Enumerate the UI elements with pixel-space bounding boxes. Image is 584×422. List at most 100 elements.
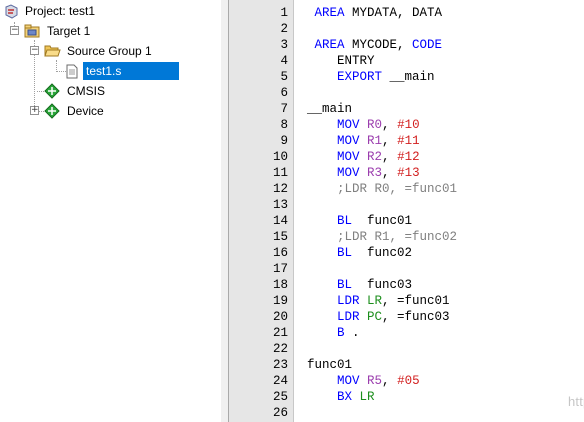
code-token: __main: [382, 70, 435, 84]
code-token: MOV: [307, 118, 360, 132]
code-token: EXPORT: [307, 70, 383, 84]
code-text: MOV R3, #13: [307, 165, 420, 181]
code-line[interactable]: 21 B .: [229, 325, 584, 341]
code-token: B: [307, 326, 345, 340]
line-number: 19: [272, 294, 288, 308]
code-token: #10: [397, 118, 420, 132]
line-number: 14: [272, 214, 288, 228]
code-token: R5: [367, 374, 383, 388]
line-number: 17: [272, 262, 288, 276]
code-token: MOV: [307, 150, 360, 164]
line-number: 25: [272, 390, 288, 404]
code-line[interactable]: 17: [229, 261, 584, 277]
code-token: func02: [352, 246, 413, 260]
code-token: BX: [307, 390, 353, 404]
code-line[interactable]: 20 LDR PC, =func03: [229, 309, 584, 325]
code-token: ;LDR R0, =func01: [307, 182, 458, 196]
target-label: Target 1: [47, 24, 91, 38]
tree-item-cmsis[interactable]: CMSIS: [0, 82, 108, 100]
code-line[interactable]: 7 __main: [229, 101, 584, 117]
line-number: 3: [280, 38, 288, 52]
code-line[interactable]: 23 func01: [229, 357, 584, 373]
code-line[interactable]: 12 ;LDR R0, =func01: [229, 181, 584, 197]
line-number: 21: [272, 326, 288, 340]
code-line[interactable]: 2: [229, 21, 584, 37]
code-line[interactable]: 16 BL func02: [229, 245, 584, 261]
line-number: 11: [272, 166, 288, 180]
code-line[interactable]: 11 MOV R3, #13: [229, 165, 584, 181]
source-group-label: Source Group 1: [67, 44, 152, 58]
line-number: 13: [272, 198, 288, 212]
line-number: 20: [272, 310, 288, 324]
code-text: MOV R1, #11: [307, 133, 420, 149]
line-number: 8: [280, 118, 288, 132]
code-line[interactable]: 10 MOV R2, #12: [229, 149, 584, 165]
code-line[interactable]: 1 AREA MYDATA, DATA: [229, 5, 584, 21]
code-line[interactable]: 14 BL func01: [229, 213, 584, 229]
code-text: ;LDR R0, =func01: [307, 181, 457, 197]
tree-item-device[interactable]: Device: [0, 102, 107, 120]
code-line[interactable]: 22: [229, 341, 584, 357]
code-line[interactable]: 19 LDR LR, =func01: [229, 293, 584, 309]
folder-open-icon: [44, 45, 61, 57]
code-token: func01: [352, 214, 413, 228]
cmsis-label: CMSIS: [67, 84, 106, 98]
code-editor[interactable]: 1 AREA MYDATA, DATA 2 3 AREA MYCODE, CODE 4…: [229, 0, 584, 422]
tree-item-source-group[interactable]: Source Group 1: [0, 42, 155, 60]
project-window: Project: test1 − Target 1 − Source Group…: [0, 0, 222, 422]
code-token: , =func03: [382, 310, 450, 324]
code-line[interactable]: 5 EXPORT __main: [229, 69, 584, 85]
code-line[interactable]: 24 MOV R5, #05: [229, 373, 584, 389]
code-line[interactable]: 25 BX LR: [229, 389, 584, 405]
code-line[interactable]: 18 BL func03: [229, 277, 584, 293]
code-token: MYDATA, DATA: [344, 6, 443, 20]
code-token: #05: [397, 374, 420, 388]
code-line[interactable]: 4 ENTRY: [229, 53, 584, 69]
code-token: #11: [397, 134, 420, 148]
tree-item-file[interactable]: test1.s: [0, 62, 180, 80]
code-text: __main: [307, 101, 352, 117]
line-number: 4: [280, 54, 288, 68]
code-token: #12: [397, 150, 420, 164]
code-text: BX LR: [307, 389, 375, 405]
code-line[interactable]: 15 ;LDR R1, =func02: [229, 229, 584, 245]
code-token: #13: [397, 166, 420, 180]
line-number: 16: [272, 246, 288, 260]
code-line[interactable]: 13: [229, 197, 584, 213]
device-label: Device: [67, 104, 104, 118]
code-text: MOV R5, #05: [307, 373, 420, 389]
code-token: BL: [307, 246, 353, 260]
code-token: MOV: [307, 166, 360, 180]
code-line[interactable]: 6: [229, 85, 584, 101]
component-icon: [44, 83, 60, 99]
code-token: PC: [367, 310, 383, 324]
code-token: AREA: [307, 38, 345, 52]
code-token: BL: [307, 278, 353, 292]
line-number: 1: [280, 6, 288, 20]
code-line[interactable]: 26: [229, 405, 584, 421]
line-number: 24: [272, 374, 288, 388]
code-token: ,: [382, 134, 398, 148]
code-line[interactable]: 8 MOV R0, #10: [229, 117, 584, 133]
code-text: AREA MYDATA, DATA: [307, 5, 443, 21]
line-number: 5: [280, 70, 288, 84]
code-line[interactable]: 3 AREA MYCODE, CODE: [229, 37, 584, 53]
line-number: 26: [272, 406, 288, 420]
code-token: .: [344, 326, 360, 340]
watermark: https://blog.csdn.net/rude_dragon: [568, 394, 584, 409]
code-token: MYCODE,: [344, 38, 413, 52]
tree-item-target[interactable]: Target 1: [0, 22, 93, 40]
code-token: ,: [382, 166, 398, 180]
code-token: func03: [352, 278, 413, 292]
code-line[interactable]: 9 MOV R1, #11: [229, 133, 584, 149]
line-number: 15: [272, 230, 288, 244]
code-token: LDR: [307, 310, 360, 324]
panel-splitter[interactable]: [221, 0, 229, 422]
tree-item-project[interactable]: Project: test1: [0, 2, 98, 20]
code-token: LR: [359, 390, 375, 404]
code-token: ,: [382, 374, 398, 388]
code-token: CODE: [412, 38, 443, 52]
